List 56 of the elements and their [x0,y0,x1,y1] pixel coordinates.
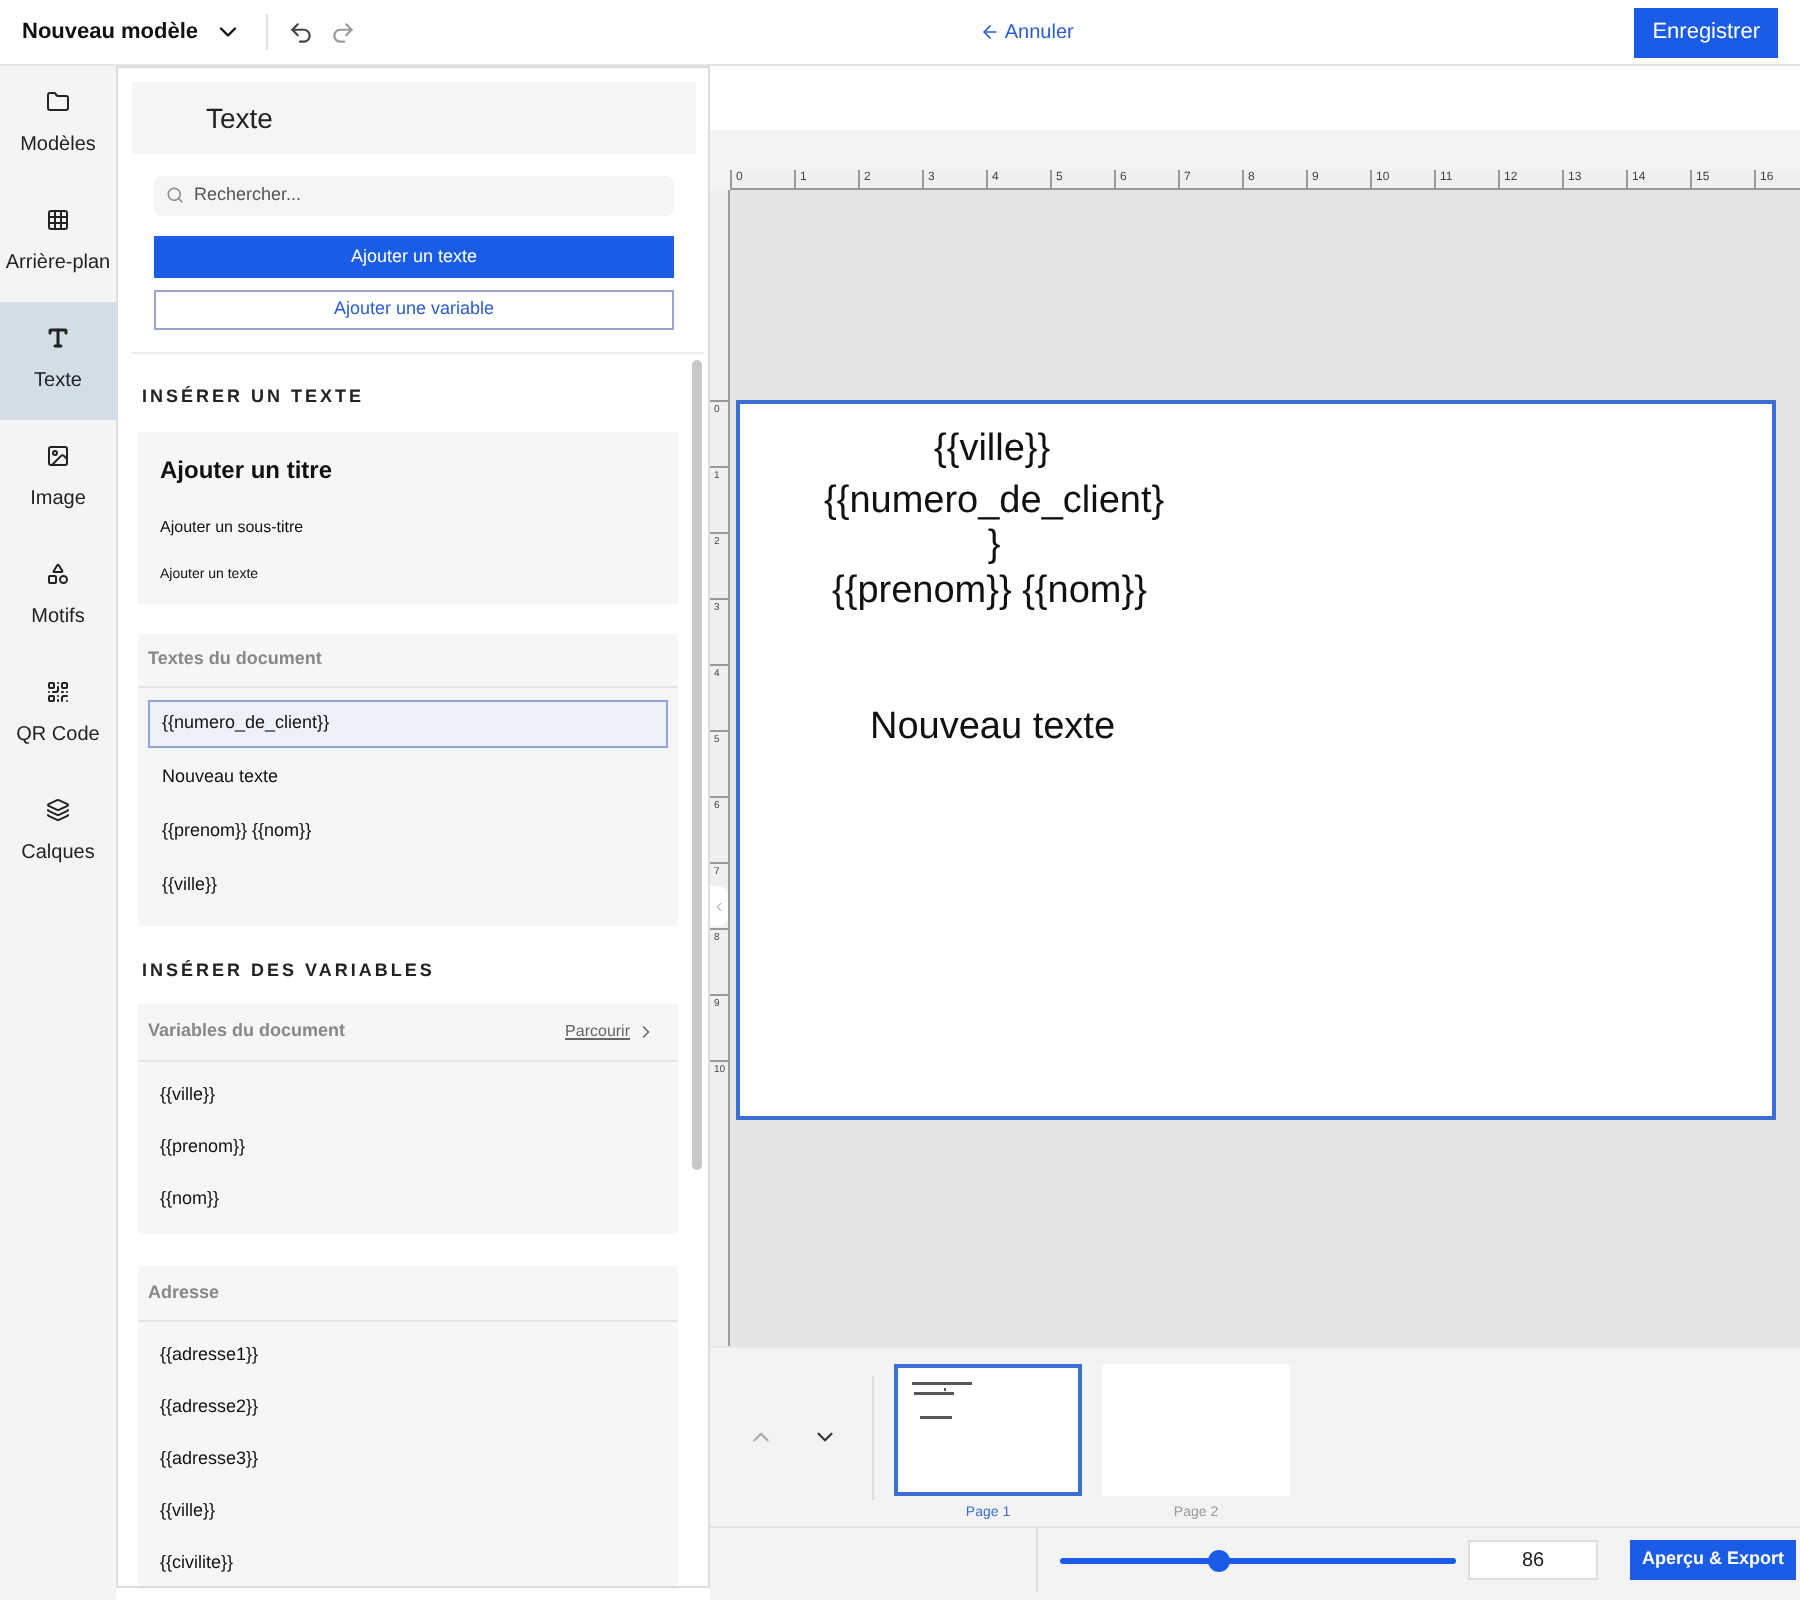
cancel-link[interactable]: Annuler [980,17,1074,47]
layers-icon [46,798,70,822]
add-variable-button[interactable]: Ajouter une variable [154,290,674,330]
canvas-text[interactable]: Nouveau texte [870,706,1116,750]
template-dropdown[interactable]: Nouveau modèle [0,15,259,49]
card-title: Adresse [148,1279,220,1305]
section-heading: INSÉRER DES VARIABLES [140,957,437,983]
canvas-text[interactable]: {{prenom}} {{nom}} [832,570,1147,614]
sidebar-item[interactable]: Image [0,420,116,538]
collapse-handle[interactable] [710,886,728,926]
sidebar-item[interactable]: Texte [0,302,116,420]
variable-item[interactable]: {{adresse3}} [160,1434,656,1486]
variable-item[interactable]: {{prenom}} [160,1121,656,1173]
search-field[interactable]: Rechercher... [154,176,674,216]
redo-icon [330,19,357,45]
canvas-text[interactable]: {{numero_de_client}} [824,480,1165,568]
add-text-button[interactable]: Ajouter un texte [154,236,674,278]
text-preset[interactable]: Ajouter un titre [138,435,678,503]
text-preset[interactable]: Ajouter un sous-titre [138,503,678,551]
document-text-item[interactable]: {{numero_de_client}} [148,699,668,747]
card-title: Variables du document [148,1018,346,1044]
text-icon [46,326,70,350]
variable-item[interactable]: {{ville}} [160,1069,656,1121]
undo-icon [288,19,315,45]
search-icon [166,186,184,204]
sidebar-item[interactable]: Modèles [0,66,116,184]
document-text-item[interactable]: Nouveau texte [148,753,668,801]
variable-item[interactable]: {{adresse2}} [160,1382,656,1434]
save-button[interactable]: Enregistrer [1634,7,1778,57]
image-icon [46,444,70,468]
panel-title: Texte [206,99,273,137]
variable-item[interactable]: {{civilite}} [160,1538,656,1586]
variable-item[interactable]: {{ville}} [160,1486,656,1538]
sidebar-item[interactable]: Motifs [0,538,116,656]
canvas-text[interactable]: {{ville}} [934,428,1051,472]
document-text-item[interactable]: {{ville}} [148,861,668,909]
section-heading: INSÉRER UN TEXTE [140,384,367,410]
qr-code-icon [46,680,70,704]
sidebar-item[interactable]: Arrière-plan [0,184,116,302]
grid-icon [46,208,70,232]
variable-item[interactable]: {{nom}} [160,1173,656,1225]
sidebar-item[interactable]: QR Code [0,656,116,774]
folder-icon [46,90,70,114]
variable-item[interactable]: {{adresse1}} [160,1330,656,1382]
card-title: Textes du document [138,634,678,687]
sidebar-item[interactable]: Calques [0,774,116,892]
document-text-item[interactable]: {{prenom}} {{nom}} [148,807,668,855]
export-button[interactable]: Aperçu & Export [1630,1540,1797,1580]
zoom-slider[interactable] [1060,1546,1456,1574]
browse-link[interactable]: Parcourir [565,1019,656,1044]
zoom-field[interactable]: 86 [1468,1540,1598,1580]
arrow-left-icon [980,22,1001,42]
chevron-left-icon [712,899,726,913]
shapes-icon [46,562,70,586]
slider-thumb[interactable] [1208,1549,1231,1571]
scrollbar[interactable] [692,360,702,1170]
